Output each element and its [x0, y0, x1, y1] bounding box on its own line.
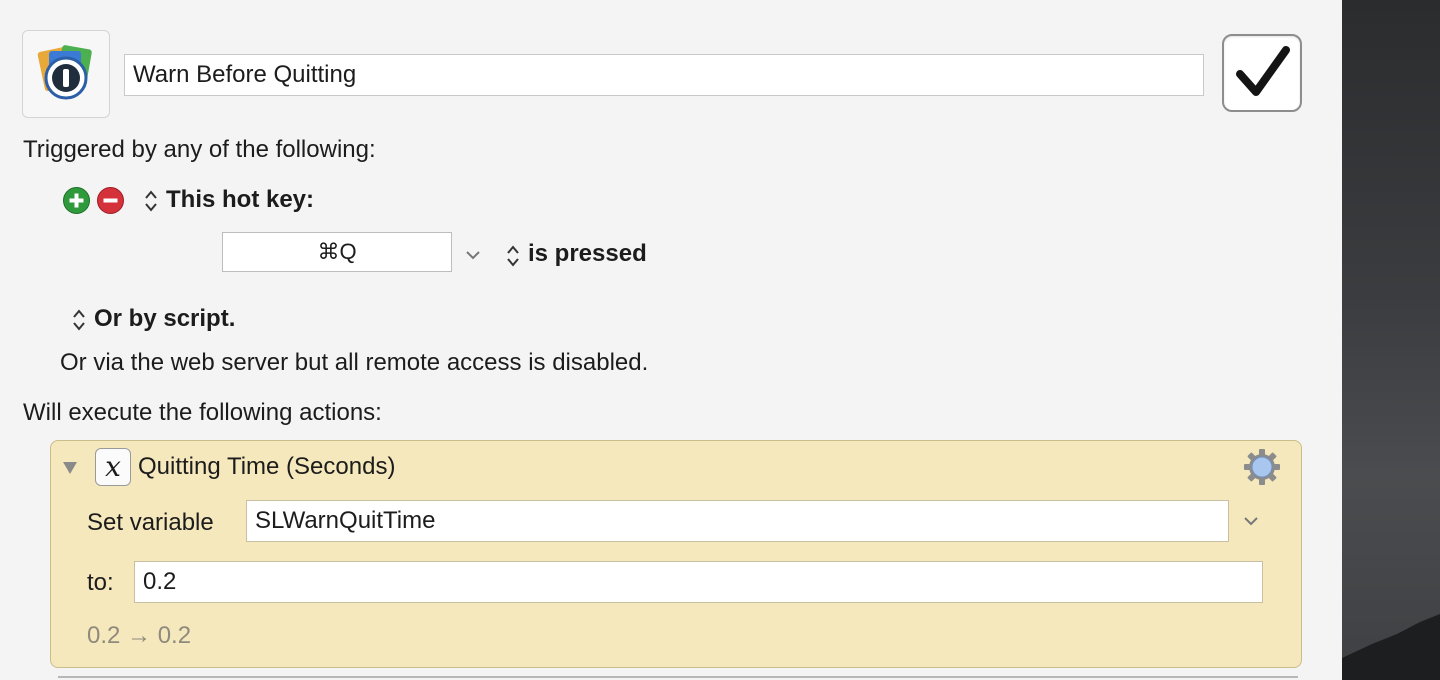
disclosure-triangle-icon[interactable]: [62, 460, 78, 476]
macro-editor-pane: Triggered by any of the following: This …: [0, 0, 1342, 680]
minus-icon: [97, 187, 124, 214]
updown-chevron-icon: [145, 190, 157, 212]
remove-trigger-button[interactable]: [97, 187, 124, 214]
web-server-note: Or via the web server but all remote acc…: [60, 349, 649, 376]
mountain-silhouette: [1342, 614, 1440, 680]
to-label: to:: [87, 569, 114, 596]
macro-icon-well[interactable]: [22, 30, 110, 118]
macro-enabled-checkbox[interactable]: [1222, 34, 1302, 112]
chevron-down-icon: [466, 251, 480, 260]
hotkey-state-popup-arrows[interactable]: [506, 243, 520, 269]
hotkey-trigger-label[interactable]: This hot key:: [166, 186, 314, 214]
chevron-down-icon: [1244, 517, 1258, 526]
variable-icon: 𝑥: [95, 448, 131, 486]
macro-name-field[interactable]: [124, 54, 1204, 96]
script-trigger-label[interactable]: Or by script.: [94, 305, 235, 333]
set-variable-label: Set variable: [87, 509, 214, 536]
script-trigger-popup-arrows[interactable]: [72, 307, 86, 333]
desktop-background: [1342, 0, 1440, 680]
hotkey-dropdown-button[interactable]: [465, 249, 481, 261]
variable-name-field[interactable]: [246, 500, 1229, 542]
variable-dropdown-button[interactable]: [1243, 515, 1259, 527]
actions-heading: Will execute the following actions:: [23, 399, 382, 426]
plus-icon: [63, 187, 90, 214]
updown-chevron-icon: [73, 309, 85, 331]
hotkey-state-label[interactable]: is pressed: [528, 240, 647, 268]
add-trigger-button[interactable]: [63, 187, 90, 214]
checkmark-icon: [1236, 46, 1290, 96]
hotkey-field[interactable]: ⌘Q: [222, 232, 452, 272]
gear-icon[interactable]: [1243, 448, 1281, 486]
triggers-heading: Triggered by any of the following:: [23, 136, 376, 163]
updown-chevron-icon: [507, 245, 519, 267]
variable-value-field[interactable]: [134, 561, 1263, 603]
value-preview: 0.2 → 0.2: [87, 622, 192, 649]
action-title[interactable]: Quitting Time (Seconds): [138, 453, 395, 481]
divider: [58, 676, 1298, 678]
trigger-type-popup-arrows[interactable]: [144, 188, 158, 214]
1password-icon: [37, 45, 92, 100]
